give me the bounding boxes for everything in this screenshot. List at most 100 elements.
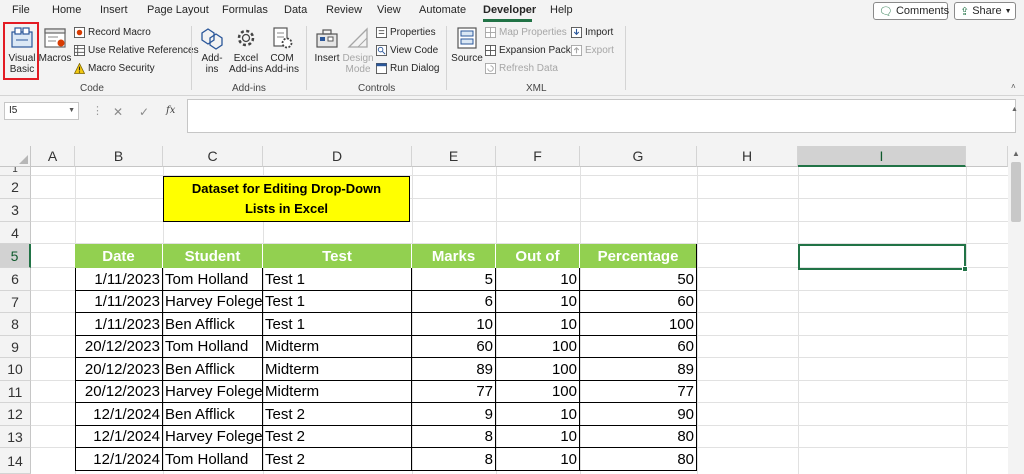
- active-cell-selection[interactable]: [798, 244, 966, 270]
- cancel-entry-button[interactable]: ✕: [113, 105, 123, 119]
- insert-function-button[interactable]: fx: [166, 105, 175, 116]
- row-header-7[interactable]: 7: [0, 291, 31, 313]
- row-header-6[interactable]: 6: [0, 268, 31, 291]
- insert-control-button[interactable]: Insert: [312, 26, 342, 64]
- table-cell-test[interactable]: Midterm: [263, 336, 412, 358]
- table-header-percentage[interactable]: Percentage: [580, 244, 697, 268]
- table-cell-date[interactable]: 12/1/2024: [75, 448, 163, 471]
- column-header-h[interactable]: H: [697, 146, 798, 167]
- fill-handle[interactable]: [962, 266, 968, 272]
- table-cell-student[interactable]: Ben Afflick: [163, 403, 263, 426]
- table-cell-date[interactable]: 1/11/2023: [75, 268, 163, 291]
- table-cell-student[interactable]: Harvey Folege: [163, 426, 263, 448]
- table-cell-test[interactable]: Test 2: [263, 426, 412, 448]
- tab-data[interactable]: Data: [284, 4, 307, 16]
- table-header-date[interactable]: Date: [75, 244, 163, 268]
- row-header-3[interactable]: 3: [0, 199, 31, 222]
- table-cell-date[interactable]: 12/1/2024: [75, 426, 163, 448]
- tab-review[interactable]: Review: [326, 4, 362, 16]
- column-header-d[interactable]: D: [263, 146, 412, 167]
- table-cell-out-of[interactable]: 100: [496, 358, 580, 381]
- table-cell-percentage[interactable]: 80: [580, 426, 697, 448]
- table-cell-percentage[interactable]: 77: [580, 381, 697, 403]
- table-cell-marks[interactable]: 10: [412, 313, 496, 336]
- refresh-data-button[interactable]: Refresh Data: [485, 63, 558, 74]
- row-header-14[interactable]: 14: [0, 448, 31, 474]
- row-header-5[interactable]: 5: [0, 244, 31, 268]
- xml-export-button[interactable]: Export: [571, 45, 614, 56]
- tab-page-layout[interactable]: Page Layout: [147, 4, 209, 16]
- table-cell-percentage[interactable]: 50: [580, 268, 697, 291]
- table-cell-student[interactable]: Tom Holland: [163, 448, 263, 471]
- view-code-button[interactable]: View Code: [376, 45, 438, 56]
- add-ins-button[interactable]: Add- ins: [198, 26, 226, 75]
- table-cell-marks[interactable]: 77: [412, 381, 496, 403]
- column-header-c[interactable]: C: [163, 146, 263, 167]
- row-header-4[interactable]: 4: [0, 222, 31, 244]
- table-cell-test[interactable]: Test 1: [263, 313, 412, 336]
- expansion-packs-button[interactable]: Expansion Packs: [485, 45, 576, 56]
- table-cell-date[interactable]: 12/1/2024: [75, 403, 163, 426]
- scroll-up-icon[interactable]: ▲: [1012, 149, 1020, 158]
- name-box[interactable]: I5 ▼: [4, 102, 79, 120]
- table-cell-test[interactable]: Test 1: [263, 268, 412, 291]
- table-cell-date[interactable]: 1/11/2023: [75, 291, 163, 313]
- column-header-e[interactable]: E: [412, 146, 496, 167]
- table-cell-date[interactable]: 20/12/2023: [75, 381, 163, 403]
- table-cell-date[interactable]: 1/11/2023: [75, 313, 163, 336]
- com-add-ins-button[interactable]: COM Add-ins: [264, 26, 300, 75]
- table-cell-date[interactable]: 20/12/2023: [75, 358, 163, 381]
- xml-import-button[interactable]: Import: [571, 27, 613, 38]
- table-cell-marks[interactable]: 8: [412, 448, 496, 471]
- row-header-13[interactable]: 13: [0, 426, 31, 448]
- record-macro-button[interactable]: Record Macro: [74, 27, 151, 38]
- resize-handle-icon[interactable]: ⋮: [92, 104, 103, 117]
- table-cell-out-of[interactable]: 10: [496, 403, 580, 426]
- row-header-12[interactable]: 12: [0, 403, 31, 426]
- enter-entry-button[interactable]: ✓: [139, 105, 149, 119]
- share-button[interactable]: ⇪ Share ▼: [954, 2, 1016, 20]
- column-header-b[interactable]: B: [75, 146, 163, 167]
- table-cell-out-of[interactable]: 100: [496, 336, 580, 358]
- table-cell-out-of[interactable]: 10: [496, 313, 580, 336]
- table-cell-percentage[interactable]: 89: [580, 358, 697, 381]
- table-cell-test[interactable]: Test 2: [263, 403, 412, 426]
- macro-security-button[interactable]: Macro Security: [74, 63, 155, 74]
- table-cell-student[interactable]: Ben Afflick: [163, 358, 263, 381]
- table-cell-student[interactable]: Tom Holland: [163, 336, 263, 358]
- column-header-a[interactable]: A: [31, 146, 75, 167]
- tab-insert[interactable]: Insert: [100, 4, 128, 16]
- table-cell-out-of[interactable]: 10: [496, 291, 580, 313]
- row-header-2[interactable]: 2: [0, 176, 31, 199]
- table-header-student[interactable]: Student: [163, 244, 263, 268]
- column-header-f[interactable]: F: [496, 146, 580, 167]
- table-cell-out-of[interactable]: 10: [496, 448, 580, 471]
- table-cell-out-of[interactable]: 10: [496, 426, 580, 448]
- tab-view[interactable]: View: [377, 4, 401, 16]
- row-header-9[interactable]: 9: [0, 336, 31, 358]
- table-cell-marks[interactable]: 60: [412, 336, 496, 358]
- table-cell-marks[interactable]: 8: [412, 426, 496, 448]
- table-cell-marks[interactable]: 6: [412, 291, 496, 313]
- row-header-8[interactable]: 8: [0, 313, 31, 336]
- table-cell-marks[interactable]: 89: [412, 358, 496, 381]
- table-header-marks[interactable]: Marks: [412, 244, 496, 268]
- table-cell-test[interactable]: Midterm: [263, 358, 412, 381]
- table-header-out-of[interactable]: Out of: [496, 244, 580, 268]
- row-header-10[interactable]: 10: [0, 358, 31, 381]
- run-dialog-button[interactable]: Run Dialog: [376, 63, 439, 74]
- tab-developer[interactable]: Developer: [483, 4, 536, 16]
- scrollbar-thumb[interactable]: [1011, 162, 1021, 222]
- table-cell-marks[interactable]: 5: [412, 268, 496, 291]
- use-relative-references-button[interactable]: Use Relative References: [74, 45, 199, 56]
- table-cell-percentage[interactable]: 60: [580, 336, 697, 358]
- row-header-1[interactable]: 1: [0, 167, 31, 176]
- expand-formula-bar-icon[interactable]: ▲: [1011, 106, 1018, 113]
- table-cell-test[interactable]: Test 2: [263, 448, 412, 471]
- map-properties-button[interactable]: Map Properties: [485, 27, 567, 38]
- excel-add-ins-button[interactable]: Excel Add-ins: [228, 26, 264, 75]
- xml-source-button[interactable]: Source: [451, 26, 483, 64]
- column-header-i[interactable]: I: [798, 146, 966, 167]
- table-cell-test[interactable]: Test 1: [263, 291, 412, 313]
- tab-home[interactable]: Home: [52, 4, 81, 16]
